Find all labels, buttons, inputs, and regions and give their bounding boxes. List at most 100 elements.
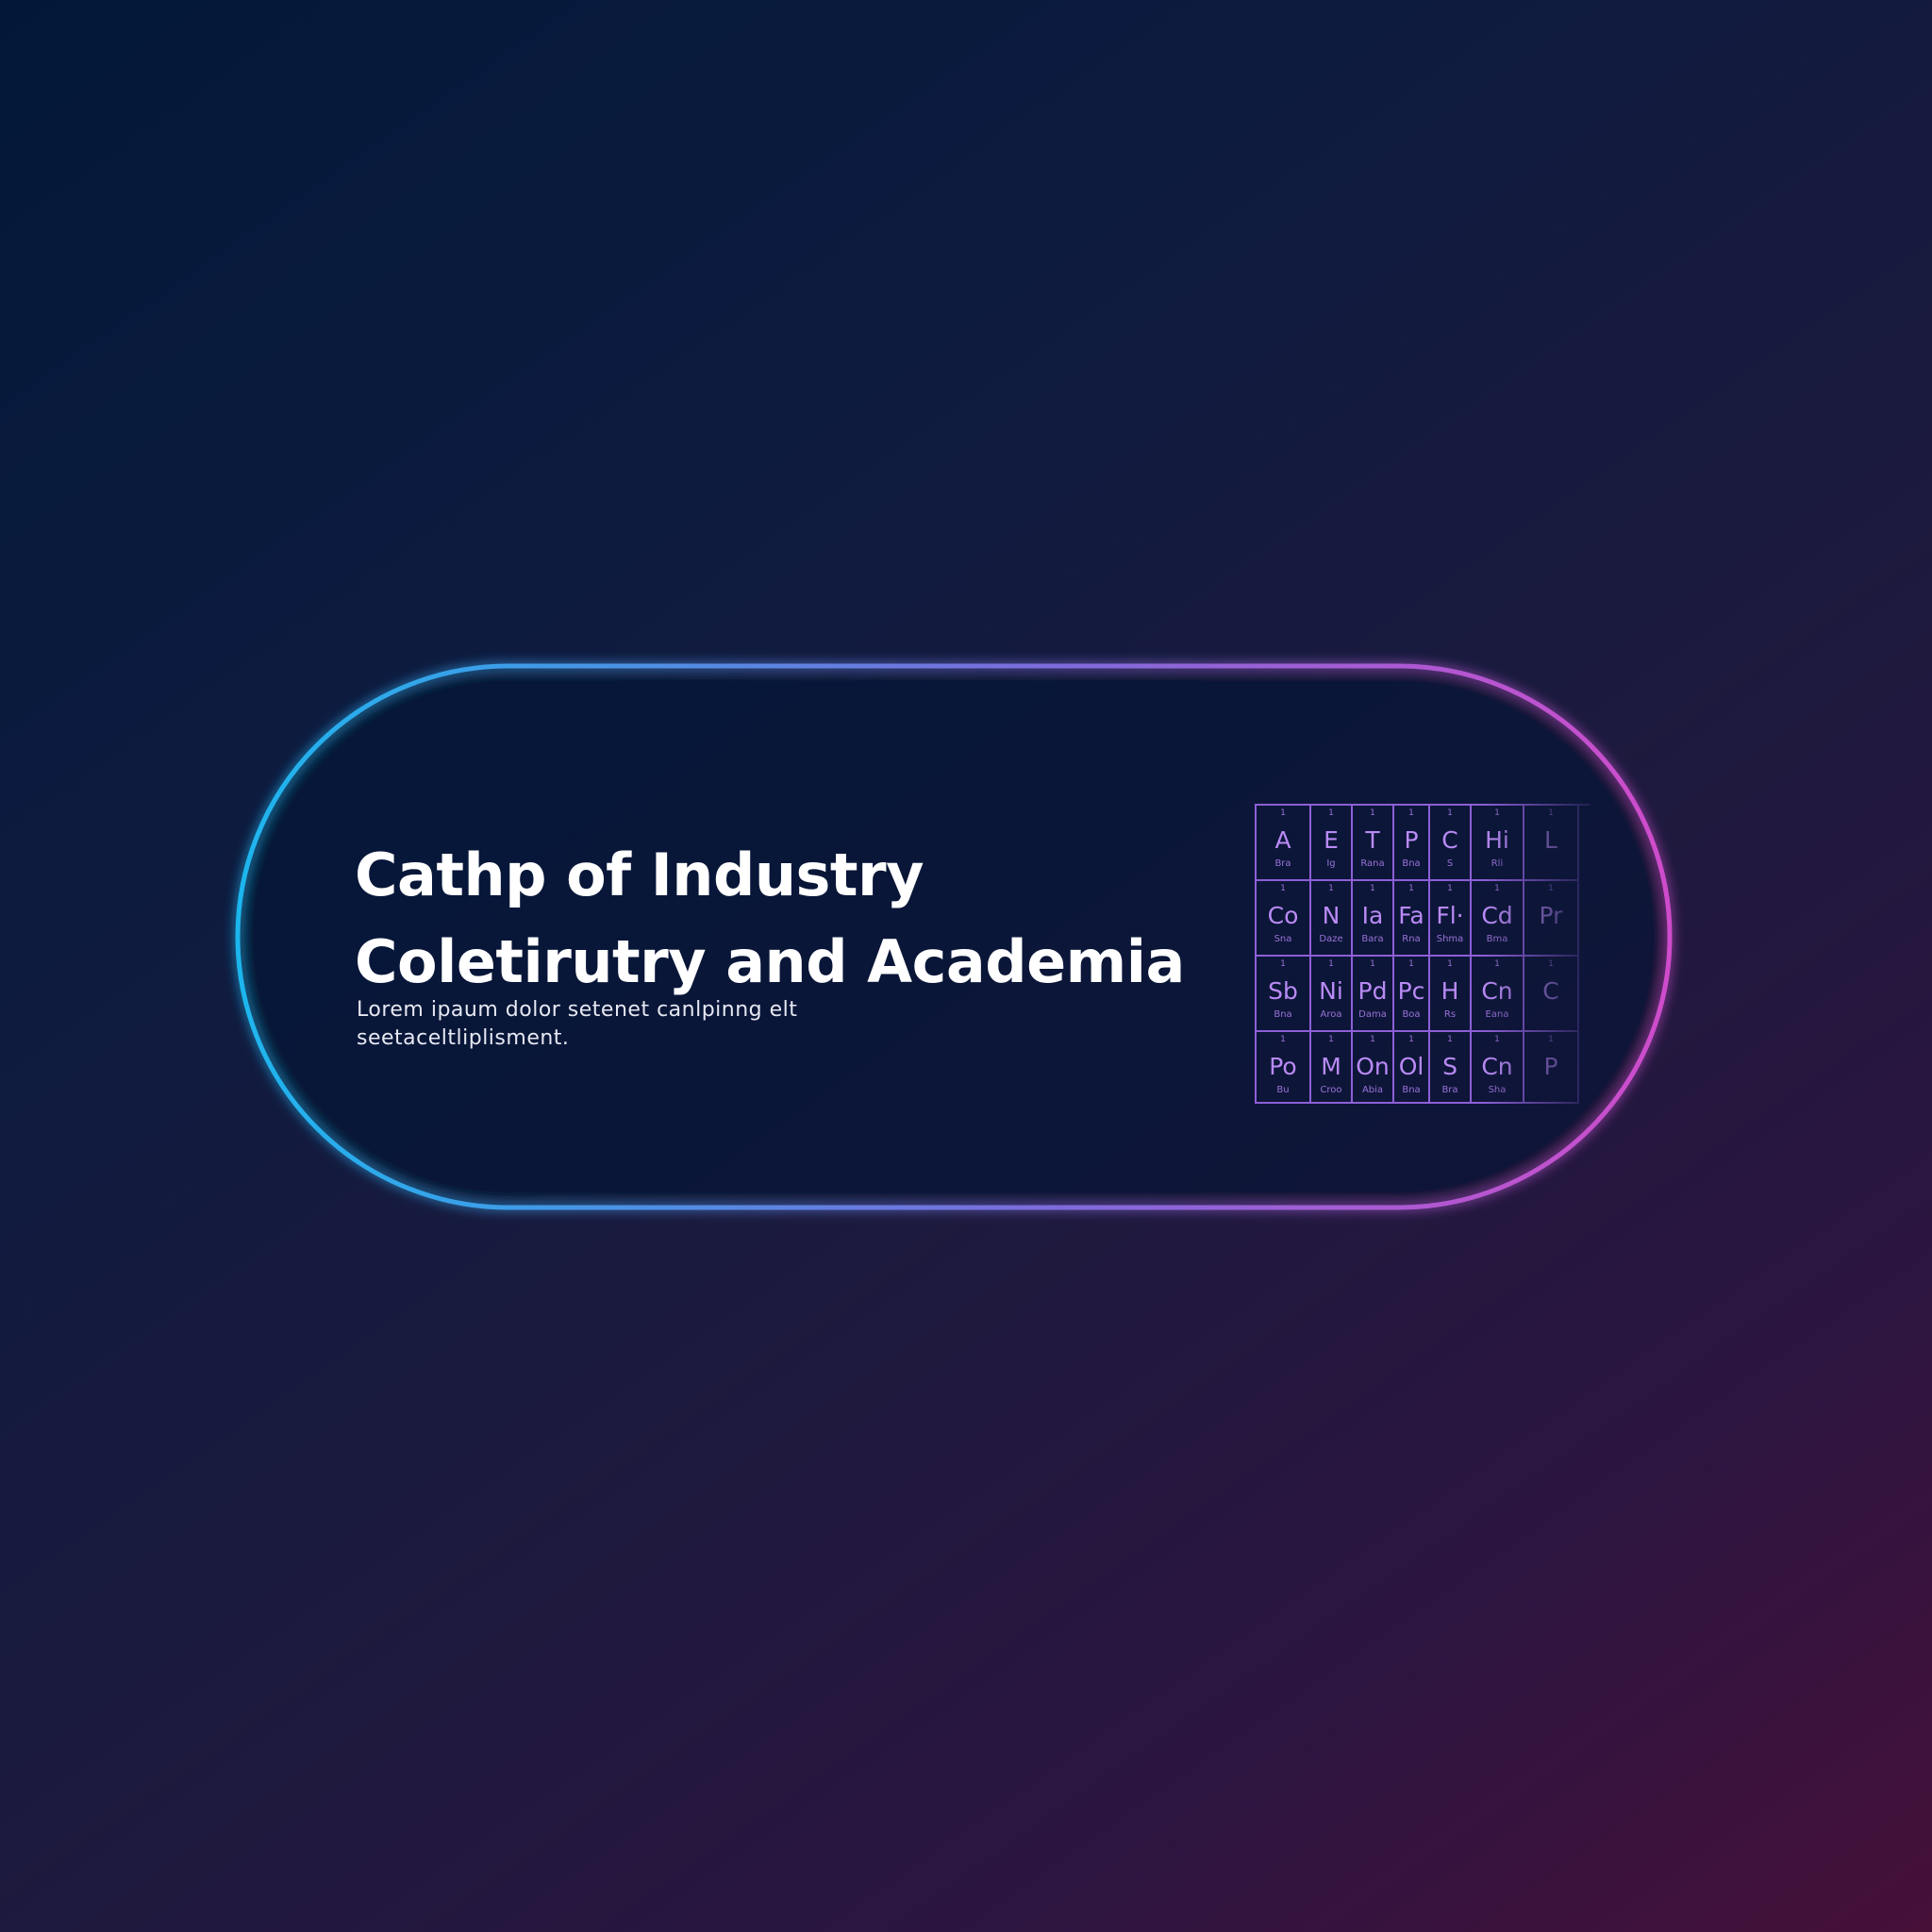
element-symbol: Fl· — [1436, 902, 1464, 929]
element-name: Sha — [1488, 1085, 1507, 1095]
element-number: 1 — [1370, 959, 1375, 969]
element-cell: 1 Fa Rna — [1394, 881, 1430, 957]
element-number: 1 — [1447, 1035, 1453, 1044]
element-name: Sna — [1274, 934, 1292, 944]
element-symbol: Co — [1267, 902, 1299, 929]
element-symbol: Ol — [1398, 1053, 1424, 1080]
element-name: Bna — [1402, 858, 1421, 869]
element-number: 1 — [1447, 808, 1453, 818]
element-number: 1 — [1280, 808, 1286, 818]
element-number: 1 — [1328, 1035, 1334, 1044]
element-number: 1 — [1328, 884, 1334, 893]
element-cell: 1 N Daze — [1311, 881, 1353, 957]
element-cell: 1 Pr — [1524, 881, 1579, 957]
element-name: Dama — [1358, 1009, 1387, 1020]
element-cell: 1 Ol Bna — [1394, 1032, 1430, 1104]
element-name: Aroa — [1320, 1009, 1342, 1020]
element-name: Rana — [1360, 858, 1385, 869]
periodic-table-graphic: 1 A Bra 1 E Ig 1 T Rana 1 P Bna 1 C S 1 Hi Rli 1 L 1 Co Sna 1 N D… — [1255, 804, 1591, 1104]
element-cell: 1 A Bra — [1257, 806, 1311, 881]
subtitle: Lorem ipaum dolor setenet canlpinng elt … — [357, 996, 797, 1053]
element-cell: 1 Cn Eana — [1472, 957, 1524, 1032]
element-symbol: Pr — [1539, 902, 1563, 929]
element-symbol: E — [1324, 826, 1339, 854]
element-symbol: M — [1321, 1053, 1341, 1080]
element-cell: 1 Cd Bma — [1472, 881, 1524, 957]
element-symbol: N — [1322, 902, 1341, 929]
element-name: Rna — [1402, 934, 1421, 944]
element-name: Rli — [1491, 858, 1504, 869]
element-name: Ig — [1326, 858, 1336, 869]
element-name: Bna — [1274, 1009, 1292, 1020]
title-line-2: Coletirutry and Academia — [355, 927, 1185, 996]
element-name: Daze — [1319, 934, 1343, 944]
element-number: 1 — [1370, 1035, 1375, 1044]
element-cell: 1 Sb Bna — [1257, 957, 1311, 1032]
element-name: Croo — [1320, 1085, 1342, 1095]
element-symbol: Cn — [1481, 1053, 1513, 1080]
title-line-1: Cathp of Industry — [355, 841, 924, 909]
element-cell: 1P — [1524, 1032, 1579, 1104]
element-name: Bna — [1402, 1085, 1421, 1095]
element-number: 1 — [1548, 959, 1554, 969]
element-number: 1 — [1408, 808, 1414, 818]
element-symbol: Ni — [1319, 977, 1343, 1005]
element-number: 1 — [1548, 1035, 1554, 1044]
element-symbol: C — [1542, 977, 1559, 1005]
element-number: 1 — [1408, 959, 1414, 969]
element-cell: 1 Pc Boa — [1394, 957, 1430, 1032]
element-symbol: Pc — [1397, 977, 1425, 1005]
element-cell: 1 Po Bu — [1257, 1032, 1311, 1104]
periodic-table-grid: 1 A Bra 1 E Ig 1 T Rana 1 P Bna 1 C S 1 Hi Rli 1 L 1 Co Sna 1 N D… — [1255, 804, 1591, 1104]
element-name: Bara — [1361, 934, 1384, 944]
element-name: Bra — [1274, 858, 1291, 869]
element-number: 1 — [1447, 959, 1453, 969]
element-symbol: P — [1543, 1053, 1558, 1080]
element-symbol: Ia — [1361, 902, 1384, 929]
element-cell: 1 P Bna — [1394, 806, 1430, 881]
element-number: 1 — [1494, 884, 1500, 893]
element-name: Bu — [1276, 1085, 1290, 1095]
element-symbol: Po — [1269, 1053, 1297, 1080]
element-symbol: Sb — [1268, 977, 1298, 1005]
element-cell: 1 E Ig — [1311, 806, 1353, 881]
element-symbol: C — [1441, 826, 1458, 854]
element-number: 1 — [1408, 884, 1414, 893]
element-cell: 1 Pd Dama — [1353, 957, 1394, 1032]
element-symbol: Cd — [1481, 902, 1513, 929]
element-symbol: On — [1356, 1053, 1390, 1080]
element-name: Boa — [1402, 1009, 1421, 1020]
element-number: 1 — [1328, 808, 1334, 818]
subtitle-line-1: Lorem ipaum dolor setenet canlpinng elt — [357, 998, 798, 1022]
element-cell: 1C — [1524, 957, 1579, 1032]
element-cell: 1 On Abia — [1353, 1032, 1394, 1104]
element-symbol: L — [1544, 826, 1557, 854]
element-name: Abia — [1361, 1085, 1384, 1095]
element-name: Shma — [1436, 934, 1464, 944]
element-number: 1 — [1328, 959, 1334, 969]
element-symbol: Cn — [1481, 977, 1513, 1005]
element-number: 1 — [1494, 1035, 1500, 1044]
element-cell: 1 T Rana — [1353, 806, 1394, 881]
element-name: Rs — [1443, 1009, 1457, 1020]
subtitle-line-2: seetaceltliplisment. — [357, 1026, 570, 1050]
element-name: Eana — [1485, 1009, 1509, 1020]
element-symbol: P — [1404, 826, 1419, 854]
element-cell: 1 Co Sna — [1257, 881, 1311, 957]
element-symbol: A — [1274, 826, 1291, 854]
element-number: 1 — [1280, 1035, 1286, 1044]
element-name: Bma — [1486, 934, 1508, 944]
page-title: Cathp of Industry Coletirutry and Academ… — [355, 832, 1185, 1006]
element-cell: 1 Hi Rli — [1472, 806, 1524, 881]
element-number: 1 — [1370, 808, 1375, 818]
element-symbol: Fa — [1398, 902, 1424, 929]
element-symbol: H — [1441, 977, 1459, 1005]
element-number: 1 — [1370, 884, 1375, 893]
element-cell: 1 S Bra — [1430, 1032, 1472, 1104]
element-name: S — [1446, 858, 1454, 869]
element-number: 1 — [1548, 884, 1554, 893]
element-number: 1 — [1494, 959, 1500, 969]
element-cell: 1 Ni Aroa — [1311, 957, 1353, 1032]
element-number: 1 — [1494, 808, 1500, 818]
element-number: 1 — [1280, 959, 1286, 969]
